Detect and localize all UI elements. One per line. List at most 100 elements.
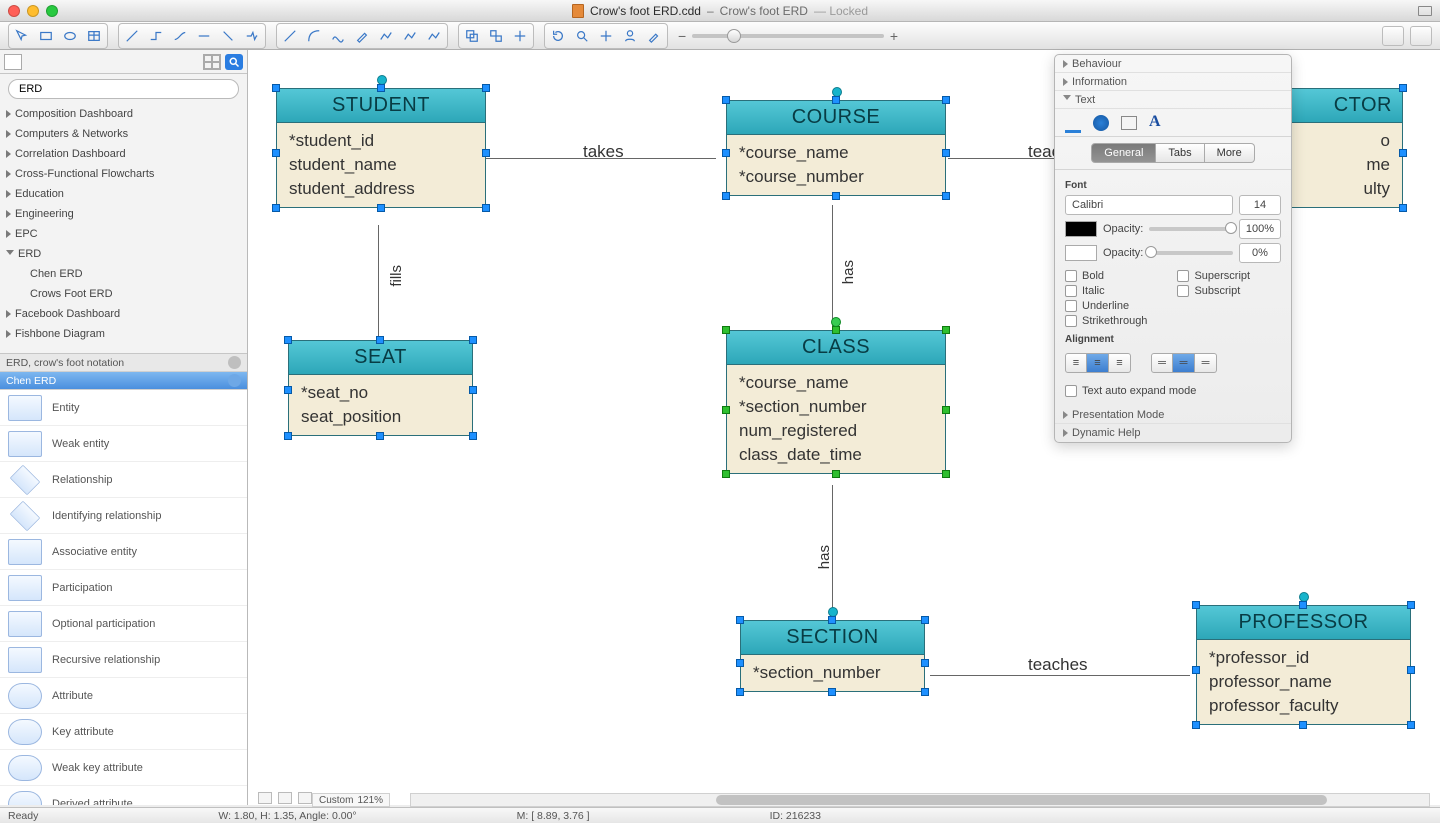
inspector-tab-general[interactable]: General xyxy=(1091,143,1156,163)
inspector-section-presentation[interactable]: Presentation Mode xyxy=(1072,409,1164,421)
horizontal-scrollbar[interactable] xyxy=(410,793,1430,807)
text-highlight-icon[interactable] xyxy=(1093,115,1109,131)
entity-student[interactable]: STUDENT *student_id student_name student… xyxy=(276,88,486,208)
tree-item[interactable]: Computers & Networks xyxy=(15,128,128,140)
tree-item[interactable]: Facebook Dashboard xyxy=(15,308,120,320)
close-library-icon[interactable] xyxy=(228,374,241,387)
library-header-chen[interactable]: Chen ERD xyxy=(0,372,247,390)
ungroup-tool-icon[interactable] xyxy=(485,26,507,46)
valign-top-button[interactable]: ═ xyxy=(1151,353,1173,373)
zoom-value[interactable]: 121% xyxy=(357,795,383,806)
page-nav-next-icon[interactable] xyxy=(298,792,312,804)
panel-toggle-1-icon[interactable] xyxy=(1382,26,1404,46)
valign-middle-button[interactable]: ═ xyxy=(1173,353,1195,373)
grid-view-icon[interactable] xyxy=(203,54,221,70)
opacity-value-2[interactable]: 0% xyxy=(1239,243,1281,263)
tree-item[interactable]: Cross-Functional Flowcharts xyxy=(15,168,154,180)
tree-item[interactable]: Fishbone Diagram xyxy=(15,328,105,340)
zoom-refresh-icon[interactable] xyxy=(547,26,569,46)
bold-checkbox[interactable]: Bold xyxy=(1065,270,1147,282)
strikethrough-checkbox[interactable]: Strikethrough xyxy=(1065,315,1147,327)
zoom-tool-icon[interactable] xyxy=(571,26,593,46)
tree-item-chen-erd[interactable]: Chen ERD xyxy=(30,268,83,280)
valign-bottom-button[interactable]: ═ xyxy=(1195,353,1217,373)
pointer-tool-icon[interactable] xyxy=(11,26,33,46)
font-family-select[interactable]: Calibri xyxy=(1065,195,1233,215)
panel-toggle-2-icon[interactable] xyxy=(1410,26,1432,46)
close-library-icon[interactable] xyxy=(228,356,241,369)
palette-item[interactable]: Relationship xyxy=(52,474,113,486)
tree-item-erd[interactable]: ERD xyxy=(18,248,41,260)
polyline-tool-icon[interactable] xyxy=(375,26,397,46)
entity-course[interactable]: COURSE *course_name *course_number xyxy=(726,100,946,196)
connector-tool-3-icon[interactable] xyxy=(169,26,191,46)
inspector-section-text[interactable]: Text xyxy=(1075,94,1095,106)
inspector-panel[interactable]: Behaviour Information Text A General Tab… xyxy=(1054,54,1292,443)
align-left-button[interactable]: ≡ xyxy=(1065,353,1087,373)
tree-item[interactable]: EPC xyxy=(15,228,38,240)
inspector-section-information[interactable]: Information xyxy=(1072,76,1127,88)
palette-item[interactable]: Weak key attribute xyxy=(52,762,143,774)
shape-palette[interactable]: Entity Weak entity Relationship Identify… xyxy=(0,390,247,805)
underline-checkbox[interactable]: Underline xyxy=(1065,300,1147,312)
align-center-button[interactable]: ≡ xyxy=(1087,353,1109,373)
library-search-icon[interactable] xyxy=(225,54,243,70)
pin-icon[interactable] xyxy=(128,356,141,369)
fullscreen-icon[interactable] xyxy=(1418,6,1432,16)
libraries-tree-icon[interactable] xyxy=(4,54,22,70)
palette-item[interactable]: Recursive relationship xyxy=(52,654,160,666)
user-tool-icon[interactable] xyxy=(619,26,641,46)
palette-item[interactable]: Identifying relationship xyxy=(52,510,161,522)
palette-item[interactable]: Weak entity xyxy=(52,438,109,450)
connector-tool-5-icon[interactable] xyxy=(217,26,239,46)
palette-item[interactable]: Optional participation xyxy=(52,618,155,630)
font-size-select[interactable]: 14 xyxy=(1239,195,1281,215)
zoom-in-icon[interactable]: + xyxy=(890,28,898,44)
palette-item[interactable]: Attribute xyxy=(52,690,93,702)
palette-item[interactable]: Derived attribute xyxy=(52,798,133,806)
inspector-section-help[interactable]: Dynamic Help xyxy=(1072,427,1140,439)
connector-tool-2-icon[interactable] xyxy=(145,26,167,46)
bezier-tool-icon[interactable] xyxy=(399,26,421,46)
ellipse-tool-icon[interactable] xyxy=(59,26,81,46)
pan-tool-icon[interactable] xyxy=(595,26,617,46)
group-tool-icon[interactable] xyxy=(461,26,483,46)
opacity-slider-2[interactable] xyxy=(1149,251,1233,255)
library-header-crowsfoot[interactable]: ERD, crow's foot notation xyxy=(0,354,247,372)
text-box-icon[interactable] xyxy=(1121,116,1137,130)
superscript-checkbox[interactable]: Superscript xyxy=(1177,270,1250,282)
arc-tool-icon[interactable] xyxy=(303,26,325,46)
entity-professor[interactable]: PROFESSOR *professor_id professor_name p… xyxy=(1196,605,1411,725)
eyedropper-tool-icon[interactable] xyxy=(643,26,665,46)
rect-tool-icon[interactable] xyxy=(35,26,57,46)
entity-section[interactable]: SECTION *section_number xyxy=(740,620,925,692)
page-nav-first-icon[interactable] xyxy=(258,792,272,804)
connector-tool-6-icon[interactable] xyxy=(241,26,263,46)
inspector-tab-tabs[interactable]: Tabs xyxy=(1156,143,1204,163)
font-icon[interactable]: A xyxy=(1149,113,1169,133)
entity-seat[interactable]: SEAT *seat_no seat_position xyxy=(288,340,473,436)
zoom-out-icon[interactable]: − xyxy=(678,28,686,44)
tree-item[interactable]: Composition Dashboard xyxy=(15,108,133,120)
opacity-value-1[interactable]: 100% xyxy=(1239,219,1281,239)
palette-item[interactable]: Participation xyxy=(52,582,113,594)
line-tool-icon[interactable] xyxy=(279,26,301,46)
zoom-mode-label[interactable]: Custom xyxy=(319,795,353,806)
bg-color-swatch[interactable] xyxy=(1065,245,1097,261)
connector-tool-1-icon[interactable] xyxy=(121,26,143,46)
inspector-section-behaviour[interactable]: Behaviour xyxy=(1072,58,1122,70)
page-nav-prev-icon[interactable] xyxy=(278,792,292,804)
italic-checkbox[interactable]: Italic xyxy=(1065,285,1147,297)
palette-item[interactable]: Key attribute xyxy=(52,726,114,738)
connector-tool-4-icon[interactable] xyxy=(193,26,215,46)
entity-class[interactable]: CLASS *course_name *section_number num_r… xyxy=(726,330,946,474)
text-underline-icon[interactable] xyxy=(1065,113,1081,133)
palette-item[interactable]: Entity xyxy=(52,402,80,414)
opacity-slider-1[interactable] xyxy=(1149,227,1233,231)
tree-item[interactable]: Education xyxy=(15,188,64,200)
subscript-checkbox[interactable]: Subscript xyxy=(1177,285,1250,297)
text-color-swatch[interactable] xyxy=(1065,221,1097,237)
palette-item[interactable]: Associative entity xyxy=(52,546,137,558)
table-tool-icon[interactable] xyxy=(83,26,105,46)
zoom-slider[interactable]: − + xyxy=(678,28,898,44)
